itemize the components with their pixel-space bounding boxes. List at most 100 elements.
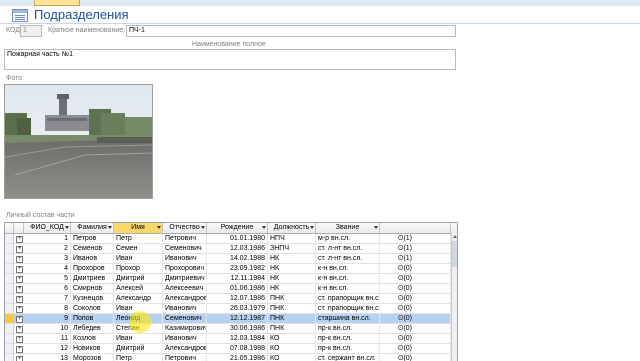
cell-fio-kod[interactable]: 5 xyxy=(24,274,71,284)
cell-middle-name[interactable]: Казимирович xyxy=(163,324,207,334)
cell-position[interactable]: НК xyxy=(268,284,316,294)
cell-middle-name[interactable]: Иванович xyxy=(163,254,207,264)
dropdown-arrow-icon[interactable] xyxy=(201,226,205,229)
cell-rank[interactable]: ст. прапорщик вн.сл. xyxy=(316,294,380,304)
expand-plus-icon[interactable]: + xyxy=(16,296,23,303)
cell-birth[interactable]: 30.06.1986 xyxy=(207,324,268,334)
cell-last-name[interactable]: Семенов xyxy=(71,244,114,254)
table-row[interactable]: +4 Прохоров Прохор Прохорович 23.09.1982 НК к-… xyxy=(5,264,457,274)
cell-fio-kod[interactable]: 10 xyxy=(24,324,71,334)
dropdown-arrow-icon[interactable] xyxy=(374,226,378,229)
expand-plus-icon[interactable]: + xyxy=(16,246,23,253)
table-row[interactable]: +7КузнецовАлександрАлександрович12.07.19… xyxy=(5,294,457,304)
cell-first-name[interactable]: Иван xyxy=(114,334,163,344)
cell-fio-kod[interactable]: 6 xyxy=(24,284,71,294)
cell-fio-kod[interactable]: 4 xyxy=(24,264,71,274)
cell-birth[interactable]: 14.02.1988 xyxy=(207,254,268,264)
cell-position[interactable]: НК xyxy=(268,264,316,274)
column-header-position[interactable]: Должность xyxy=(268,223,316,233)
cell-position[interactable]: НК xyxy=(268,274,316,284)
cell-birth[interactable]: 01.06.1986 xyxy=(207,284,268,294)
cell-fio-kod[interactable]: 3 xyxy=(24,254,71,264)
cell-rank[interactable]: пр-к вн.сл. xyxy=(316,334,380,344)
row-selector[interactable] xyxy=(5,284,14,293)
cell-attachments[interactable]: ʘ(0) xyxy=(380,334,451,344)
cell-first-name[interactable]: Петр xyxy=(114,234,163,244)
expand-plus-icon[interactable]: + xyxy=(16,336,23,343)
expand-plus-icon[interactable]: + xyxy=(16,346,23,353)
cell-last-name[interactable]: Новиков xyxy=(71,344,114,354)
cell-attachments[interactable]: ʘ(0) xyxy=(380,294,451,304)
cell-first-name[interactable]: Алексей xyxy=(114,284,163,294)
cell-position[interactable]: КО xyxy=(268,344,316,354)
expand-plus-icon[interactable]: + xyxy=(16,266,23,273)
cell-attachments[interactable]: ʘ(1) xyxy=(380,244,451,254)
cell-middle-name[interactable]: Петрович xyxy=(163,234,207,244)
cell-rank[interactable]: ст. л-нт вн.сл. xyxy=(316,254,380,264)
cell-middle-name[interactable]: Иванович xyxy=(163,334,207,344)
full-name-field[interactable]: Пожарная часть №1 xyxy=(4,49,456,70)
cell-rank[interactable]: к-н вн.сл. xyxy=(316,284,380,294)
cell-rank[interactable]: пр-к вн.сл. xyxy=(316,344,380,354)
table-row[interactable]: +6 Смирнов Алексей Алексеевич 01.06.1986 НК к-… xyxy=(5,284,457,294)
column-header-attachments[interactable]: 📎 xyxy=(380,223,451,233)
cell-last-name[interactable]: Соколов xyxy=(71,304,114,314)
cell-position[interactable]: ПНК xyxy=(268,304,316,314)
cell-middle-name[interactable]: Александрович xyxy=(163,294,207,304)
column-header-last-name[interactable]: Фамилия xyxy=(71,223,114,233)
expand-plus-icon[interactable]: + xyxy=(16,286,23,293)
expand-plus-icon[interactable]: + xyxy=(16,326,23,333)
cell-first-name[interactable]: Дмитрий xyxy=(114,274,163,284)
cell-first-name[interactable]: Дмитрий xyxy=(114,344,163,354)
cell-first-name[interactable]: Семен xyxy=(114,244,163,254)
cell-last-name[interactable]: Прохоров xyxy=(71,264,114,274)
cell-fio-kod[interactable]: 2 xyxy=(24,244,71,254)
cell-fio-kod[interactable]: 11 xyxy=(24,334,71,344)
cell-birth[interactable]: 23.09.1982 xyxy=(207,264,268,274)
row-selector[interactable] xyxy=(5,334,14,343)
vertical-scrollbar[interactable] xyxy=(451,233,457,361)
column-header-birth[interactable]: Рождение xyxy=(207,223,268,233)
cell-last-name[interactable]: Иванов xyxy=(71,254,114,264)
cell-attachments[interactable]: ʘ(0) xyxy=(380,324,451,334)
cell-attachments[interactable]: ʘ(0) xyxy=(380,314,451,324)
cell-middle-name[interactable]: Семенович xyxy=(163,314,207,324)
cell-last-name[interactable]: Смирнов xyxy=(71,284,114,294)
cell-middle-name[interactable]: Алексеевич xyxy=(163,284,207,294)
cell-last-name[interactable]: Лебедев xyxy=(71,324,114,334)
expand-plus-icon[interactable]: + xyxy=(16,276,23,283)
id-field[interactable]: 1 xyxy=(20,25,42,37)
expand-plus-icon[interactable]: + xyxy=(16,306,23,313)
cell-position[interactable]: ПНК xyxy=(268,294,316,304)
cell-birth[interactable]: 01.01.1980 xyxy=(207,234,268,244)
cell-position[interactable]: ЗНПЧ xyxy=(268,244,316,254)
cell-first-name[interactable]: Прохор xyxy=(114,264,163,274)
cell-birth[interactable]: 12.11.1984 xyxy=(207,274,268,284)
row-selector[interactable] xyxy=(5,304,14,313)
table-row[interactable]: +2 Семенов Семен Семенович 12.03.1986 ЗНПЧ ст.… xyxy=(5,244,457,254)
cell-middle-name[interactable]: Дмитриевич xyxy=(163,274,207,284)
cell-rank[interactable]: ст. л-нт вн.сл. xyxy=(316,244,380,254)
cell-last-name[interactable]: Козлов xyxy=(71,334,114,344)
cell-last-name[interactable]: Попов xyxy=(71,314,114,324)
cell-attachments[interactable]: ʘ(0) xyxy=(380,274,451,284)
cell-birth[interactable]: 12.03.1986 xyxy=(207,244,268,254)
expand-plus-icon[interactable]: + xyxy=(16,256,23,263)
cell-position[interactable]: НПЧ xyxy=(268,234,316,244)
expand-plus-icon[interactable]: + xyxy=(16,316,23,323)
personnel-datasheet[interactable]: ФИО_КОД Фамилия Имя Отчество Рождение До… xyxy=(4,222,458,361)
cell-rank[interactable]: м-р вн.сл. xyxy=(316,234,380,244)
table-row[interactable]: +11 Козлов Иван Иванович 12.03.1984 КО пр-к вн… xyxy=(5,334,457,344)
scroll-up-arrow-icon[interactable] xyxy=(453,235,457,238)
table-row[interactable]: +9 Попов Леонид Семенович 12.12.1987 ПНК старш… xyxy=(5,314,457,324)
cell-attachments[interactable]: ʘ(0) xyxy=(380,344,451,354)
table-row[interactable]: +12НовиковДмитрийАлександрович07.08.1988… xyxy=(5,344,457,354)
cell-middle-name[interactable]: Прохорович xyxy=(163,264,207,274)
expand-plus-icon[interactable]: + xyxy=(16,236,23,243)
cell-birth[interactable]: 12.07.1986 xyxy=(207,294,268,304)
cell-position[interactable]: КО xyxy=(268,334,316,344)
table-row[interactable]: +1 Петров Петр Петрович 01.01.1980 НПЧ м-р вн.… xyxy=(5,234,457,244)
table-row[interactable]: +10 Лебедев Степан Казимирович 30.06.1986 ПНК… xyxy=(5,324,457,334)
cell-middle-name[interactable]: Иванович xyxy=(163,304,207,314)
row-selector[interactable] xyxy=(5,344,14,353)
